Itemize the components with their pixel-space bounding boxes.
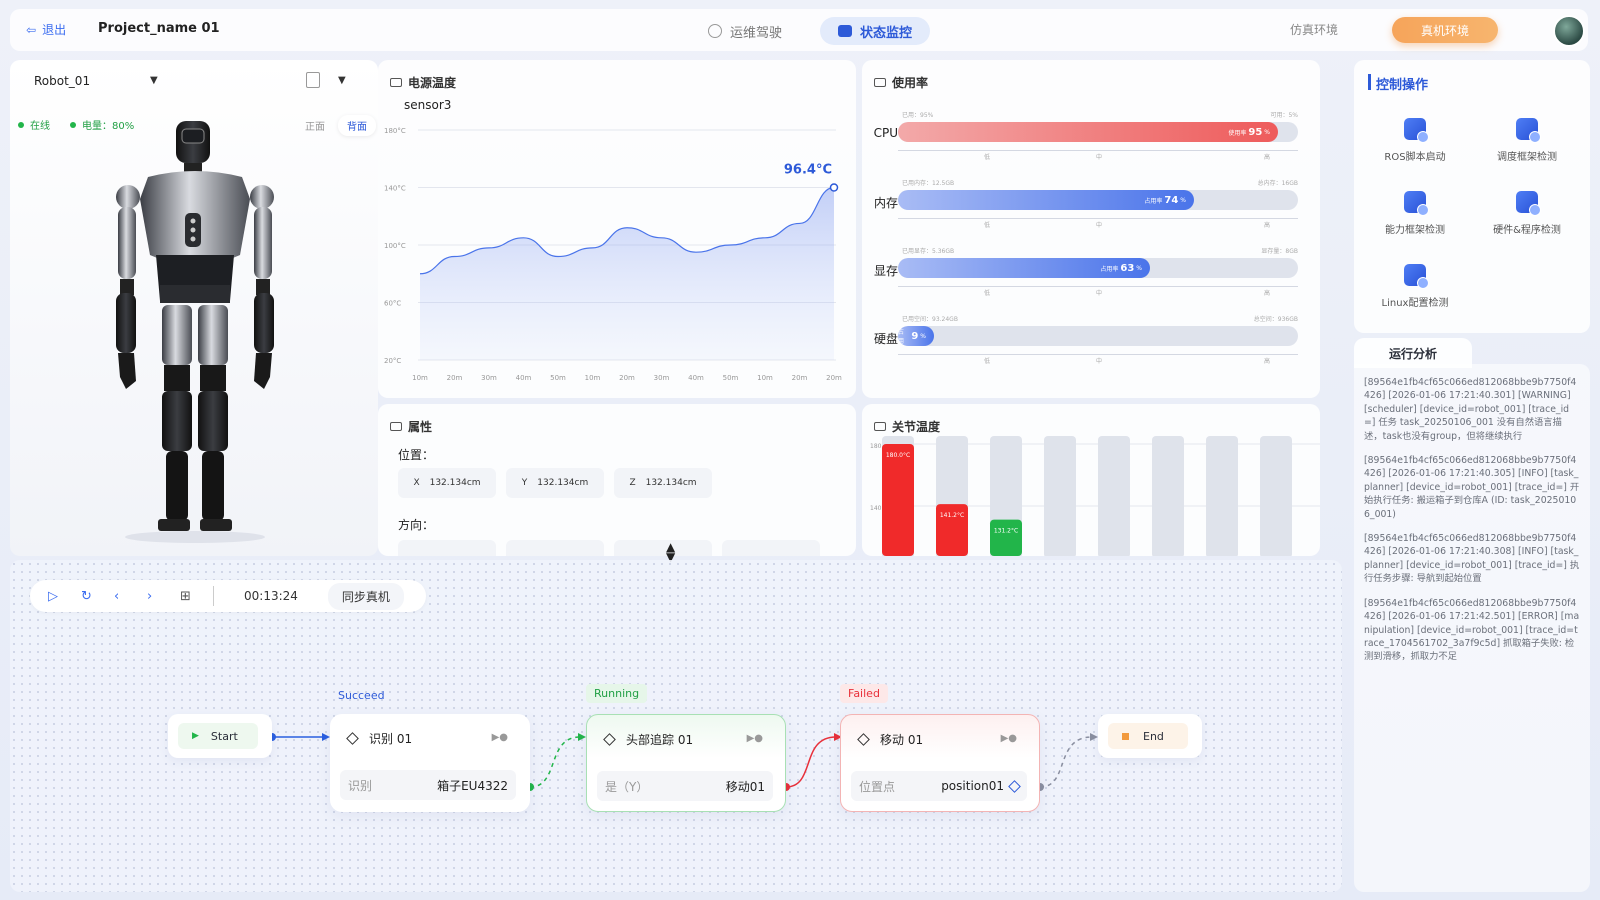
node-title: 移动 01 [857, 731, 924, 748]
node-title-text: 头部追踪 01 [626, 733, 694, 747]
connector-node1-node2 [529, 736, 581, 788]
connector-arrow [322, 733, 330, 741]
node-diamond-icon [603, 733, 616, 746]
flow-node-move[interactable]: 移动 01 ▶● 位置点 position01 [840, 714, 1040, 812]
field-value: position01 [941, 779, 1004, 793]
node-title: 识别 01 [346, 730, 413, 747]
node3-status: Failed [840, 684, 888, 703]
node-field[interactable]: 识别 箱子EU4322 [340, 770, 516, 800]
node-field[interactable]: 是（Y） 移动01 [597, 771, 773, 801]
node2-status: Running [586, 684, 648, 703]
field-key: 是（Y） [605, 779, 649, 794]
node-run-icon[interactable]: ▶● [747, 733, 763, 744]
node-field[interactable]: 位置点 position01 [851, 771, 1027, 801]
connector-arrow [578, 733, 586, 741]
flow-connectors [268, 733, 1098, 791]
flow-node-recognize[interactable]: 识别 01 ▶● 识别 箱子EU4322 [330, 714, 530, 812]
position-diamond-icon[interactable] [1008, 779, 1021, 793]
connector-arrow [1090, 733, 1098, 741]
start-node-inner: ▶ Start [178, 723, 258, 749]
start-play-icon: ▶ [192, 731, 199, 741]
field-key: 位置点 [859, 779, 896, 794]
field-value-wrap: position01 [941, 779, 1021, 793]
end-node[interactable]: End [1098, 714, 1202, 758]
end-label: End [1143, 729, 1164, 743]
start-label: Start [210, 729, 238, 743]
end-stop-icon [1122, 732, 1129, 740]
end-node-inner: End [1108, 723, 1188, 749]
start-node[interactable]: ▶ Start [168, 714, 272, 758]
node1-status: Succeed [338, 689, 385, 702]
node-diamond-icon [857, 733, 870, 746]
node-title: 头部追踪 01 [603, 731, 694, 748]
connector-node3-end [1039, 736, 1093, 788]
node-run-icon[interactable]: ▶● [492, 732, 508, 743]
flow-node-head-tracking[interactable]: 头部追踪 01 ▶● 是（Y） 移动01 [586, 714, 786, 812]
node-diamond-icon [346, 732, 359, 745]
node-title-text: 识别 01 [369, 732, 413, 746]
field-value: 移动01 [725, 779, 765, 794]
field-value: 箱子EU4322 [437, 778, 508, 793]
connector-node2-node3 [785, 736, 837, 788]
field-key: 识别 [348, 778, 373, 793]
node-title-text: 移动 01 [880, 733, 924, 747]
node-run-icon[interactable]: ▶● [1001, 733, 1017, 744]
